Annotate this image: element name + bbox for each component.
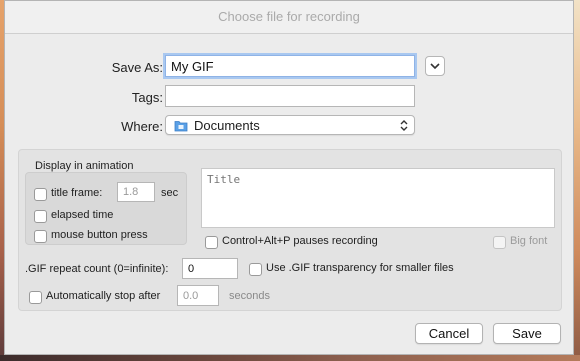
elapsed-time-checkbox[interactable] [34,210,47,223]
save-dialog: Choose file for recording Save As: Tags:… [4,0,574,355]
transparency-label: Use .GIF transparency for smaller files [266,262,454,274]
where-value: Documents [194,118,260,133]
repeat-count-input[interactable] [182,258,238,279]
where-label: Where: [121,119,163,134]
mouse-press-label: mouse button press [51,229,148,241]
tags-input[interactable] [165,85,415,107]
expand-dialog-button[interactable] [425,56,445,76]
repeat-count-label: .GIF repeat count (0=infinite): [25,263,169,275]
save-as-label: Save As: [111,60,163,75]
display-in-animation-title: Display in animation [35,160,134,172]
save-button[interactable]: Save [493,323,561,344]
desktop-background-bottom [0,355,580,361]
desktop-background-right [574,0,580,361]
pause-shortcut-checkbox[interactable] [205,236,218,249]
auto-stop-unit: seconds [229,290,270,302]
folder-icon [174,121,188,132]
chevron-down-icon [430,62,440,69]
options-panel: Display in animation title frame: sec el… [18,149,562,311]
big-font-label: Big font [510,235,548,247]
where-popup[interactable]: Documents [165,115,415,135]
title-frame-duration-input[interactable] [117,182,155,202]
title-frame-checkbox[interactable] [34,188,47,201]
tags-label: Tags: [131,90,163,105]
pause-shortcut-label: Control+Alt+P pauses recording [222,235,378,247]
auto-stop-seconds-input[interactable] [177,285,219,306]
title-text-area[interactable] [201,168,555,228]
auto-stop-checkbox[interactable] [29,291,42,304]
cancel-button[interactable]: Cancel [415,323,483,344]
big-font-checkbox[interactable] [493,236,506,249]
title-frame-label: title frame: [51,187,103,199]
transparency-checkbox[interactable] [249,263,262,276]
auto-stop-label: Automatically stop after [46,290,161,302]
dialog-title: Choose file for recording [5,1,573,34]
save-as-input[interactable] [165,55,415,77]
title-frame-unit: sec [161,187,179,199]
chevron-updown-icon [400,120,408,131]
elapsed-time-label: elapsed time [51,209,114,221]
mouse-press-checkbox[interactable] [34,230,47,243]
